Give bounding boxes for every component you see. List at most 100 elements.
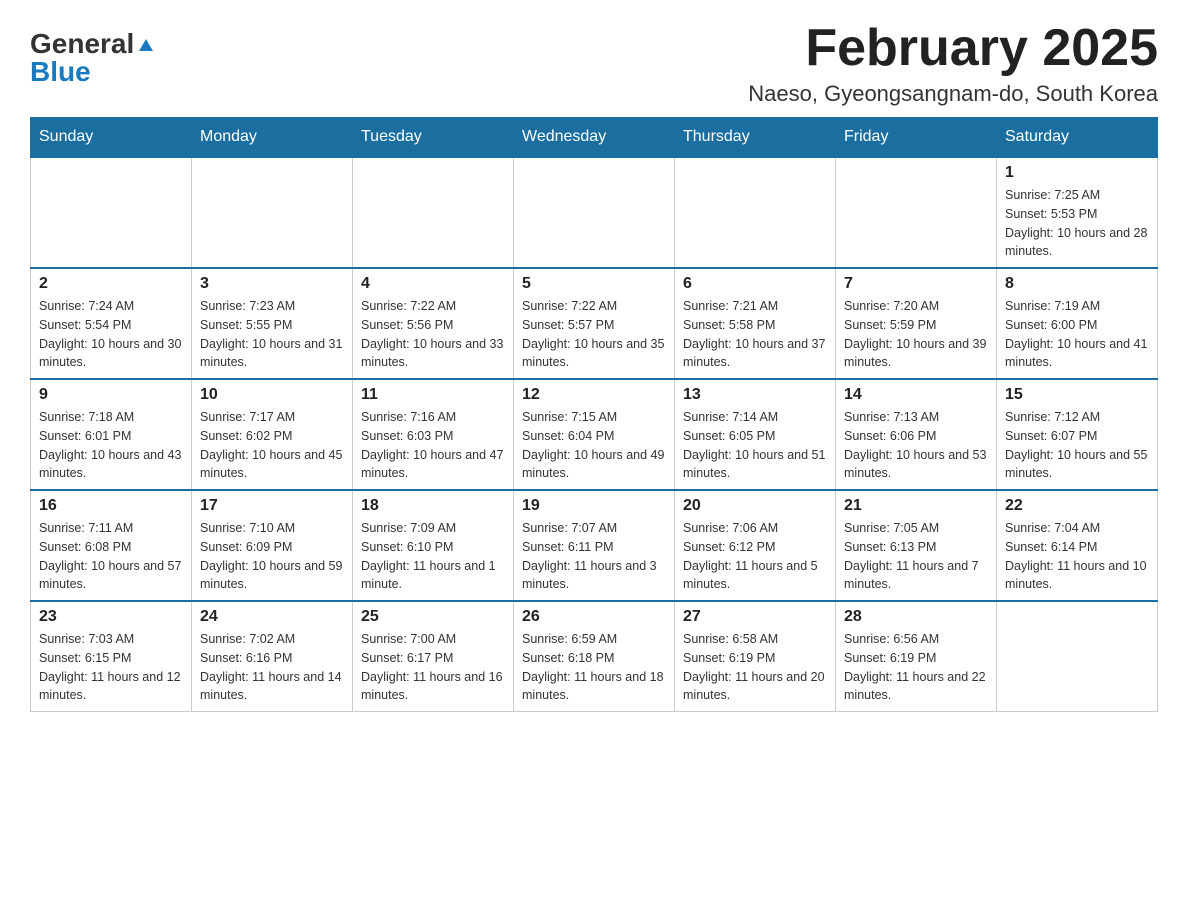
calendar-cell — [997, 601, 1158, 712]
calendar-cell: 2 Sunrise: 7:24 AMSunset: 5:54 PMDaylight… — [31, 268, 192, 379]
calendar-header-saturday: Saturday — [997, 118, 1158, 158]
calendar-cell: 25 Sunrise: 7:00 AMSunset: 6:17 PMDayligh… — [353, 601, 514, 712]
day-info: Sunrise: 6:58 AMSunset: 6:19 PMDaylight:… — [683, 630, 827, 705]
day-info: Sunrise: 7:07 AMSunset: 6:11 PMDaylight:… — [522, 519, 666, 594]
calendar-cell — [31, 157, 192, 268]
calendar-cell: 27 Sunrise: 6:58 AMSunset: 6:19 PMDayligh… — [675, 601, 836, 712]
day-number: 18 — [361, 497, 505, 515]
calendar-week-row: 1 Sunrise: 7:25 AMSunset: 5:53 PMDaylight… — [31, 157, 1158, 268]
day-number: 9 — [39, 386, 183, 404]
day-number: 7 — [844, 275, 988, 293]
calendar-week-row: 9 Sunrise: 7:18 AMSunset: 6:01 PMDaylight… — [31, 379, 1158, 490]
calendar-week-row: 2 Sunrise: 7:24 AMSunset: 5:54 PMDaylight… — [31, 268, 1158, 379]
day-info: Sunrise: 7:25 AMSunset: 5:53 PMDaylight:… — [1005, 186, 1149, 261]
day-info: Sunrise: 7:20 AMSunset: 5:59 PMDaylight:… — [844, 297, 988, 372]
calendar-cell: 13 Sunrise: 7:14 AMSunset: 6:05 PMDayligh… — [675, 379, 836, 490]
day-info: Sunrise: 7:02 AMSunset: 6:16 PMDaylight:… — [200, 630, 344, 705]
logo-general-text: General — [30, 30, 134, 58]
day-info: Sunrise: 7:22 AMSunset: 5:56 PMDaylight:… — [361, 297, 505, 372]
location-title: Naeso, Gyeongsangnam-do, South Korea — [748, 81, 1158, 107]
calendar-cell: 6Sunrise: 7:21 AMSunset: 5:58 PMDaylight… — [675, 268, 836, 379]
day-info: Sunrise: 7:17 AMSunset: 6:02 PMDaylight:… — [200, 408, 344, 483]
calendar-header-wednesday: Wednesday — [514, 118, 675, 158]
calendar-cell: 16 Sunrise: 7:11 AMSunset: 6:08 PMDayligh… — [31, 490, 192, 601]
day-info: Sunrise: 7:03 AMSunset: 6:15 PMDaylight:… — [39, 630, 183, 705]
day-info: Sunrise: 7:14 AMSunset: 6:05 PMDaylight:… — [683, 408, 827, 483]
calendar-header-friday: Friday — [836, 118, 997, 158]
day-number: 1 — [1005, 164, 1149, 182]
calendar-cell: 14 Sunrise: 7:13 AMSunset: 6:06 PMDayligh… — [836, 379, 997, 490]
calendar-cell: 19 Sunrise: 7:07 AMSunset: 6:11 PMDayligh… — [514, 490, 675, 601]
day-info: Sunrise: 7:23 AMSunset: 5:55 PMDaylight:… — [200, 297, 344, 372]
day-info: Sunrise: 7:10 AMSunset: 6:09 PMDaylight:… — [200, 519, 344, 594]
calendar-cell: 10 Sunrise: 7:17 AMSunset: 6:02 PMDayligh… — [192, 379, 353, 490]
calendar-cell: 23 Sunrise: 7:03 AMSunset: 6:15 PMDayligh… — [31, 601, 192, 712]
calendar-cell: 4 Sunrise: 7:22 AMSunset: 5:56 PMDaylight… — [353, 268, 514, 379]
month-title: February 2025 — [748, 20, 1158, 77]
day-info: Sunrise: 7:21 AMSunset: 5:58 PMDaylight:… — [683, 297, 827, 372]
day-number: 14 — [844, 386, 988, 404]
day-info: Sunrise: 7:04 AMSunset: 6:14 PMDaylight:… — [1005, 519, 1149, 594]
day-number: 28 — [844, 608, 988, 626]
calendar-week-row: 16 Sunrise: 7:11 AMSunset: 6:08 PMDayligh… — [31, 490, 1158, 601]
day-number: 4 — [361, 275, 505, 293]
day-number: 5 — [522, 275, 666, 293]
day-number: 13 — [683, 386, 827, 404]
calendar-header-monday: Monday — [192, 118, 353, 158]
day-number: 25 — [361, 608, 505, 626]
calendar-cell — [353, 157, 514, 268]
day-info: Sunrise: 6:59 AMSunset: 6:18 PMDaylight:… — [522, 630, 666, 705]
day-info: Sunrise: 7:11 AMSunset: 6:08 PMDaylight:… — [39, 519, 183, 594]
calendar-cell — [675, 157, 836, 268]
day-info: Sunrise: 7:12 AMSunset: 6:07 PMDaylight:… — [1005, 408, 1149, 483]
day-number: 27 — [683, 608, 827, 626]
day-info: Sunrise: 7:19 AMSunset: 6:00 PMDaylight:… — [1005, 297, 1149, 372]
title-block: February 2025 Naeso, Gyeongsangnam-do, S… — [748, 20, 1158, 107]
calendar-cell: 20 Sunrise: 7:06 AMSunset: 6:12 PMDayligh… — [675, 490, 836, 601]
day-number: 20 — [683, 497, 827, 515]
calendar-cell: 7 Sunrise: 7:20 AMSunset: 5:59 PMDaylight… — [836, 268, 997, 379]
day-info: Sunrise: 7:00 AMSunset: 6:17 PMDaylight:… — [361, 630, 505, 705]
day-number: 26 — [522, 608, 666, 626]
day-info: Sunrise: 7:09 AMSunset: 6:10 PMDaylight:… — [361, 519, 505, 594]
day-info: Sunrise: 7:13 AMSunset: 6:06 PMDaylight:… — [844, 408, 988, 483]
day-number: 8 — [1005, 275, 1149, 293]
day-number: 2 — [39, 275, 183, 293]
day-number: 19 — [522, 497, 666, 515]
calendar-cell: 26 Sunrise: 6:59 AMSunset: 6:18 PMDayligh… — [514, 601, 675, 712]
page-header: General Blue February 2025 Naeso, Gyeong… — [30, 20, 1158, 107]
day-number: 17 — [200, 497, 344, 515]
calendar-cell: 15Sunrise: 7:12 AMSunset: 6:07 PMDayligh… — [997, 379, 1158, 490]
day-number: 24 — [200, 608, 344, 626]
calendar-cell — [514, 157, 675, 268]
calendar-cell: 22 Sunrise: 7:04 AMSunset: 6:14 PMDayligh… — [997, 490, 1158, 601]
day-number: 12 — [522, 386, 666, 404]
calendar-header-row: SundayMondayTuesdayWednesdayThursdayFrid… — [31, 118, 1158, 158]
logo: General Blue — [30, 20, 155, 86]
day-number: 23 — [39, 608, 183, 626]
calendar-cell: 5Sunrise: 7:22 AMSunset: 5:57 PMDaylight… — [514, 268, 675, 379]
day-number: 21 — [844, 497, 988, 515]
calendar-header-tuesday: Tuesday — [353, 118, 514, 158]
calendar-header-sunday: Sunday — [31, 118, 192, 158]
day-info: Sunrise: 7:15 AMSunset: 6:04 PMDaylight:… — [522, 408, 666, 483]
calendar-cell — [836, 157, 997, 268]
calendar-header-thursday: Thursday — [675, 118, 836, 158]
calendar-cell: 3 Sunrise: 7:23 AMSunset: 5:55 PMDaylight… — [192, 268, 353, 379]
day-info: Sunrise: 6:56 AMSunset: 6:19 PMDaylight:… — [844, 630, 988, 705]
day-info: Sunrise: 7:05 AMSunset: 6:13 PMDaylight:… — [844, 519, 988, 594]
calendar-cell: 11Sunrise: 7:16 AMSunset: 6:03 PMDayligh… — [353, 379, 514, 490]
calendar-cell: 8 Sunrise: 7:19 AMSunset: 6:00 PMDaylight… — [997, 268, 1158, 379]
logo-blue-text: Blue — [30, 58, 91, 86]
calendar-cell: 18 Sunrise: 7:09 AMSunset: 6:10 PMDayligh… — [353, 490, 514, 601]
day-number: 10 — [200, 386, 344, 404]
day-number: 22 — [1005, 497, 1149, 515]
calendar-cell: 24 Sunrise: 7:02 AMSunset: 6:16 PMDayligh… — [192, 601, 353, 712]
day-info: Sunrise: 7:06 AMSunset: 6:12 PMDaylight:… — [683, 519, 827, 594]
calendar-cell: 28 Sunrise: 6:56 AMSunset: 6:19 PMDayligh… — [836, 601, 997, 712]
day-info: Sunrise: 7:18 AMSunset: 6:01 PMDaylight:… — [39, 408, 183, 483]
day-number: 3 — [200, 275, 344, 293]
day-number: 16 — [39, 497, 183, 515]
day-info: Sunrise: 7:24 AMSunset: 5:54 PMDaylight:… — [39, 297, 183, 372]
calendar-week-row: 23 Sunrise: 7:03 AMSunset: 6:15 PMDayligh… — [31, 601, 1158, 712]
